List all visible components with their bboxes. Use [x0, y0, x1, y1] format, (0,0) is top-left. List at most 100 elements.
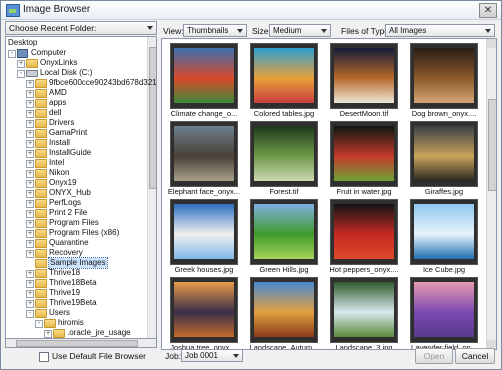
- tree-item[interactable]: + dell: [6, 108, 148, 118]
- expand-icon[interactable]: +: [26, 210, 34, 218]
- expand-icon[interactable]: +: [26, 230, 34, 238]
- thumbnail-image: [414, 204, 474, 259]
- tree-item-label: Thrive18Beta: [49, 278, 97, 287]
- tree-item[interactable]: + Program Files: [6, 218, 148, 228]
- thumbnail-tile[interactable]: Hot peppers_onyx....: [328, 199, 408, 275]
- recent-folder-dropdown[interactable]: Choose Recent Folder:: [5, 21, 157, 35]
- thumbnail-tile[interactable]: Dog brown_onyx....: [408, 43, 488, 119]
- collapse-icon[interactable]: -: [35, 320, 43, 328]
- expand-icon[interactable]: +: [26, 100, 34, 108]
- close-button[interactable]: ✕: [479, 3, 497, 18]
- expand-icon[interactable]: +: [26, 180, 34, 188]
- thumbnail-tile[interactable]: DesertMoon.tif: [328, 43, 408, 119]
- thumbnail-tile[interactable]: Giraffes.jpg: [408, 121, 488, 197]
- expand-icon[interactable]: +: [26, 200, 34, 208]
- tree-item[interactable]: + Intel: [6, 158, 148, 168]
- tree-item-label: Drivers: [49, 118, 75, 127]
- tree-item[interactable]: +9fbce600cce90243bd678d321936: [6, 78, 156, 88]
- expand-icon[interactable]: +: [26, 120, 34, 128]
- job-select[interactable]: Job 0001: [181, 349, 243, 362]
- expand-icon[interactable]: +: [26, 250, 34, 258]
- view-select[interactable]: Thumbnails: [183, 24, 247, 37]
- tree-item[interactable]: + Thrive18Beta: [6, 278, 148, 288]
- thumbnail-tile[interactable]: Landscape_3.jpg: [328, 277, 408, 349]
- chevron-down-icon: [147, 26, 153, 30]
- expand-icon[interactable]: +: [26, 270, 34, 278]
- tree-item[interactable]: + Quarantine: [6, 238, 148, 248]
- tree-item[interactable]: - Local Disk (C:): [6, 68, 148, 78]
- open-button[interactable]: Open: [415, 348, 453, 364]
- folder-icon: [35, 139, 47, 148]
- expand-icon[interactable]: +: [26, 170, 34, 178]
- expand-icon[interactable]: +: [26, 290, 34, 298]
- tree-item[interactable]: + AMD: [6, 88, 148, 98]
- tree-item[interactable]: + ONYX_Hub: [6, 188, 148, 198]
- tree-horizontal-scrollbar[interactable]: [5, 339, 157, 348]
- tree-item[interactable]: Sample Images: [6, 257, 148, 269]
- job-value: Job 0001: [185, 351, 218, 360]
- size-select[interactable]: Medium: [269, 24, 331, 37]
- expand-icon[interactable]: +: [26, 140, 34, 148]
- collapse-icon[interactable]: -: [17, 70, 25, 78]
- tree-item[interactable]: + Thrive19Beta: [6, 298, 148, 308]
- expand-icon[interactable]: +: [17, 60, 25, 68]
- tree-item[interactable]: - Computer: [6, 48, 148, 58]
- checkbox-box[interactable]: [39, 352, 49, 362]
- thumbnail-tile[interactable]: Greek houses.jpg: [168, 199, 248, 275]
- tree-item[interactable]: + InstallGuide: [6, 148, 148, 158]
- thumbnail-tile[interactable]: Elephant face_onyx...: [168, 121, 248, 197]
- tree-item[interactable]: + PerfLogs: [6, 198, 148, 208]
- tree-item[interactable]: + Install: [6, 138, 148, 148]
- scroll-up-button[interactable]: [487, 39, 496, 48]
- folder-tree[interactable]: Desktop - Computer + OnyxLinks - Local Disk (C…: [5, 36, 157, 339]
- expand-icon[interactable]: +: [26, 110, 34, 118]
- thumbnail-tile[interactable]: Ice Cube.jpg: [408, 199, 488, 275]
- tree-item[interactable]: + GamaPrint: [6, 128, 148, 138]
- expand-icon[interactable]: +: [26, 240, 34, 248]
- folder-icon: [35, 199, 47, 208]
- thumbnail-grid[interactable]: Climate change_o... Colored tables.jpg Des…: [161, 38, 497, 350]
- thumbnail-tile[interactable]: Colored tables.jpg: [248, 43, 328, 119]
- scrollbar-thumb[interactable]: [488, 99, 496, 191]
- collapse-icon[interactable]: -: [26, 310, 34, 318]
- expand-icon[interactable]: +: [26, 80, 34, 88]
- tree-item[interactable]: + apps: [6, 98, 148, 108]
- tree-item[interactable]: - Users: [6, 308, 148, 318]
- expand-icon[interactable]: +: [26, 150, 34, 158]
- tree-item[interactable]: + Nikon: [6, 168, 148, 178]
- thumbnail-tile[interactable]: Green Hills.jpg: [248, 199, 328, 275]
- tree-item[interactable]: + Thrive19: [6, 288, 148, 298]
- tree-item[interactable]: + Thrive18: [6, 268, 148, 278]
- scrollbar-thumb[interactable]: [149, 47, 156, 189]
- cancel-button[interactable]: Cancel: [455, 348, 495, 364]
- expand-icon[interactable]: +: [26, 160, 34, 168]
- expand-icon[interactable]: +: [26, 130, 34, 138]
- tree-item[interactable]: + OnyxLinks: [6, 58, 148, 68]
- thumbnail-tile[interactable]: Lavender field_on...: [408, 277, 488, 349]
- tree-item[interactable]: + .oracle_jre_usage: [6, 328, 148, 338]
- title-bar[interactable]: Image Browser ✕: [1, 1, 501, 20]
- expand-icon[interactable]: +: [26, 90, 34, 98]
- tree-item[interactable]: + Drivers: [6, 118, 148, 128]
- collapse-icon[interactable]: -: [8, 50, 16, 58]
- thumbnail-tile[interactable]: Climate change_o...: [168, 43, 248, 119]
- scrollbar-thumb[interactable]: [16, 340, 138, 347]
- tree-item[interactable]: + Onyx19: [6, 178, 148, 188]
- thumbnail-tile[interactable]: Joshua tree_onyx....: [168, 277, 248, 349]
- thumbnail-tile[interactable]: Fruit in water.jpg: [328, 121, 408, 197]
- tree-item[interactable]: + Recovery: [6, 248, 148, 258]
- tree-item[interactable]: - hiromis: [6, 318, 148, 328]
- expand-icon[interactable]: +: [44, 330, 52, 338]
- tree-item[interactable]: + Print 2 File: [6, 208, 148, 218]
- expand-icon[interactable]: +: [26, 280, 34, 288]
- thumbnail-tile[interactable]: Landscape_Autum...: [248, 277, 328, 349]
- expand-icon[interactable]: +: [26, 220, 34, 228]
- thumbnail-image: [334, 48, 394, 103]
- thumbnail-tile[interactable]: Forest.tif: [248, 121, 328, 197]
- thumbnail-image: [174, 48, 234, 103]
- expand-icon[interactable]: +: [26, 190, 34, 198]
- tree-item[interactable]: + Program Files (x86): [6, 228, 148, 238]
- file-type-select[interactable]: All Images: [385, 24, 495, 37]
- expand-icon[interactable]: +: [26, 300, 34, 308]
- tree-item[interactable]: Desktop: [6, 38, 148, 48]
